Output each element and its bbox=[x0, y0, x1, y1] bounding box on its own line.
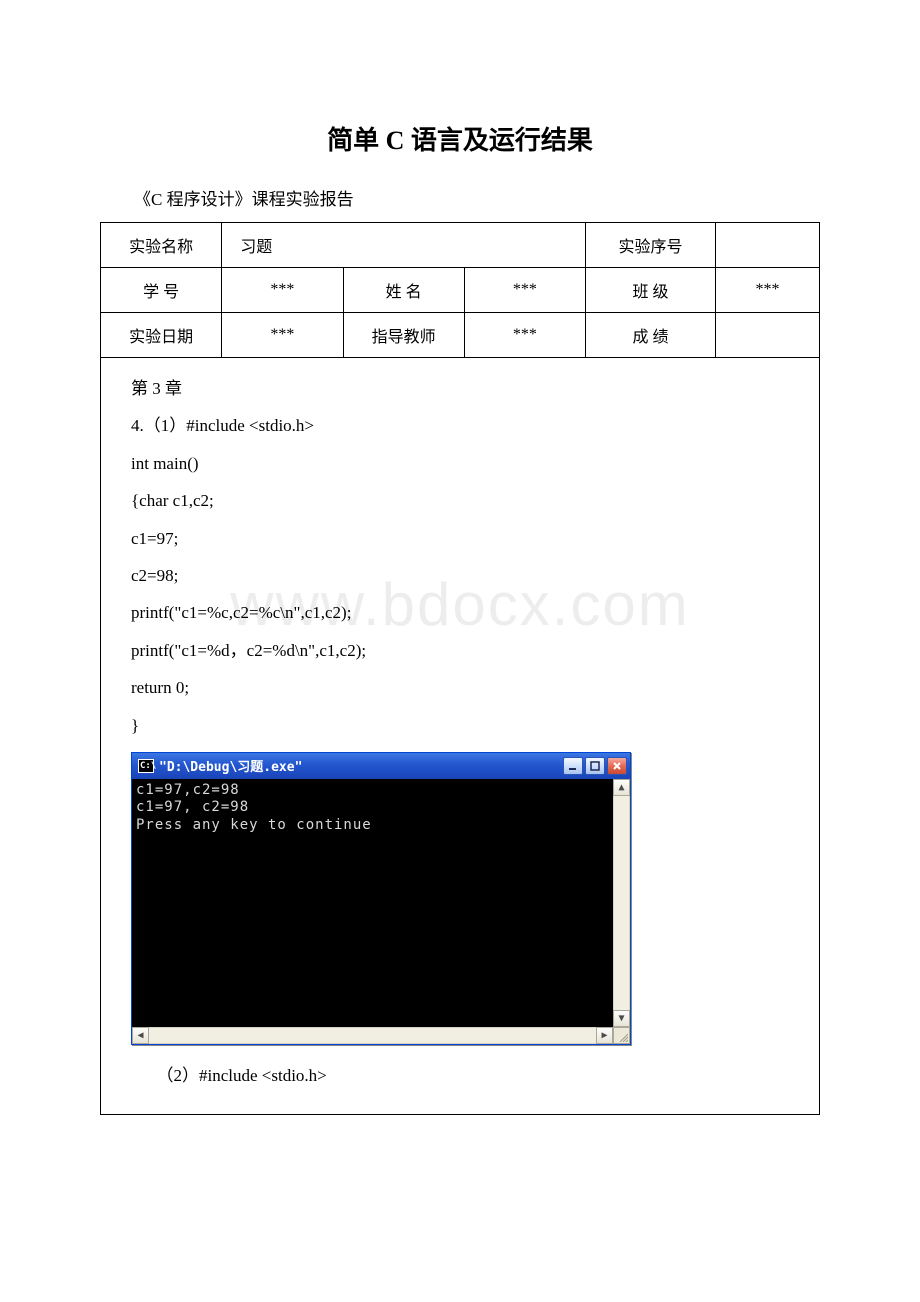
arrow-right-icon: ▶ bbox=[601, 1030, 607, 1041]
scroll-left-button[interactable]: ◀ bbox=[132, 1027, 149, 1044]
cell-value-class: *** bbox=[716, 268, 820, 313]
info-table: 实验名称 习题 实验序号 学 号 *** 姓 名 *** 班 级 *** 实验日… bbox=[100, 222, 820, 358]
cell-value-id: *** bbox=[222, 268, 343, 313]
cell-label-exp-name: 实验名称 bbox=[101, 223, 222, 268]
code-line: {char c1,c2; bbox=[131, 482, 799, 519]
scroll-down-button[interactable]: ▼ bbox=[613, 1010, 630, 1027]
console-line: c1=97, c2=98 bbox=[136, 799, 249, 815]
window-title: "D:\Debug\习题.exe" bbox=[159, 756, 563, 775]
close-icon bbox=[612, 761, 622, 771]
cell-label-score: 成 绩 bbox=[586, 313, 716, 358]
code-line: } bbox=[131, 707, 799, 744]
console-line: Press any key to continue bbox=[136, 817, 372, 833]
minimize-button[interactable] bbox=[563, 757, 583, 775]
horizontal-scrollbar[interactable]: ◀ ▶ bbox=[132, 1027, 630, 1044]
cell-value-exp-no bbox=[716, 223, 820, 268]
minimize-icon bbox=[568, 761, 578, 771]
scroll-right-button[interactable]: ▶ bbox=[596, 1027, 613, 1044]
maximize-icon bbox=[590, 761, 600, 771]
code-line: printf("c1=%d，c2=%d\n",c1,c2); bbox=[131, 632, 799, 669]
cell-label-date: 实验日期 bbox=[101, 313, 222, 358]
console-window: C:\ "D:\Debug\习题.exe" c1=97,c2=98 c1=97,… bbox=[131, 752, 631, 1045]
vertical-scrollbar[interactable]: ▲ ▼ bbox=[613, 779, 630, 1027]
resize-grip[interactable] bbox=[613, 1027, 630, 1044]
table-row: 实验名称 习题 实验序号 bbox=[101, 223, 820, 268]
cell-label-class: 班 级 bbox=[586, 268, 716, 313]
table-row: 实验日期 *** 指导教师 *** 成 绩 bbox=[101, 313, 820, 358]
close-button[interactable] bbox=[607, 757, 627, 775]
code-line: 4.（1）#include <stdio.h> bbox=[131, 407, 799, 444]
scroll-track[interactable] bbox=[613, 796, 630, 1010]
cell-value-exp-name: 习题 bbox=[222, 223, 586, 268]
code-line: c1=97; bbox=[131, 520, 799, 557]
cell-value-score bbox=[716, 313, 820, 358]
cell-label-id: 学 号 bbox=[101, 268, 222, 313]
cell-label-exp-no: 实验序号 bbox=[586, 223, 716, 268]
cell-label-name: 姓 名 bbox=[343, 268, 464, 313]
arrow-up-icon: ▲ bbox=[618, 782, 624, 793]
console-line: c1=97,c2=98 bbox=[136, 782, 240, 798]
console-output: c1=97,c2=98 c1=97, c2=98 Press any key t… bbox=[132, 779, 613, 1027]
cell-value-date: *** bbox=[222, 313, 343, 358]
code-line: 第 3 章 bbox=[131, 370, 799, 407]
code-line: return 0; bbox=[131, 669, 799, 706]
maximize-button[interactable] bbox=[585, 757, 605, 775]
content-cell: 第 3 章 4.（1）#include <stdio.h> int main()… bbox=[100, 358, 820, 1115]
code-line: printf("c1=%c,c2=%c\n",c1,c2); bbox=[131, 594, 799, 631]
scroll-track[interactable] bbox=[149, 1027, 596, 1044]
grip-icon bbox=[618, 1032, 628, 1042]
arrow-left-icon: ◀ bbox=[137, 1030, 143, 1041]
report-subtitle: 《C 程序设计》课程实验报告 bbox=[100, 185, 820, 210]
scroll-up-button[interactable]: ▲ bbox=[613, 779, 630, 796]
cell-label-teacher: 指导教师 bbox=[343, 313, 464, 358]
table-row: 学 号 *** 姓 名 *** 班 级 *** bbox=[101, 268, 820, 313]
window-titlebar[interactable]: C:\ "D:\Debug\习题.exe" bbox=[132, 753, 630, 779]
cell-value-name: *** bbox=[464, 268, 585, 313]
window-buttons bbox=[563, 757, 627, 775]
document-page: 简单 C 语言及运行结果 《C 程序设计》课程实验报告 实验名称 习题 实验序号… bbox=[0, 0, 920, 1155]
cell-value-teacher: *** bbox=[464, 313, 585, 358]
cmd-icon: C:\ bbox=[138, 759, 154, 773]
document-title: 简单 C 语言及运行结果 bbox=[100, 120, 820, 157]
code-line: int main() bbox=[131, 445, 799, 482]
code-line: （2）#include <stdio.h> bbox=[131, 1057, 799, 1094]
code-line: c2=98; bbox=[131, 557, 799, 594]
arrow-down-icon: ▼ bbox=[618, 1013, 624, 1024]
